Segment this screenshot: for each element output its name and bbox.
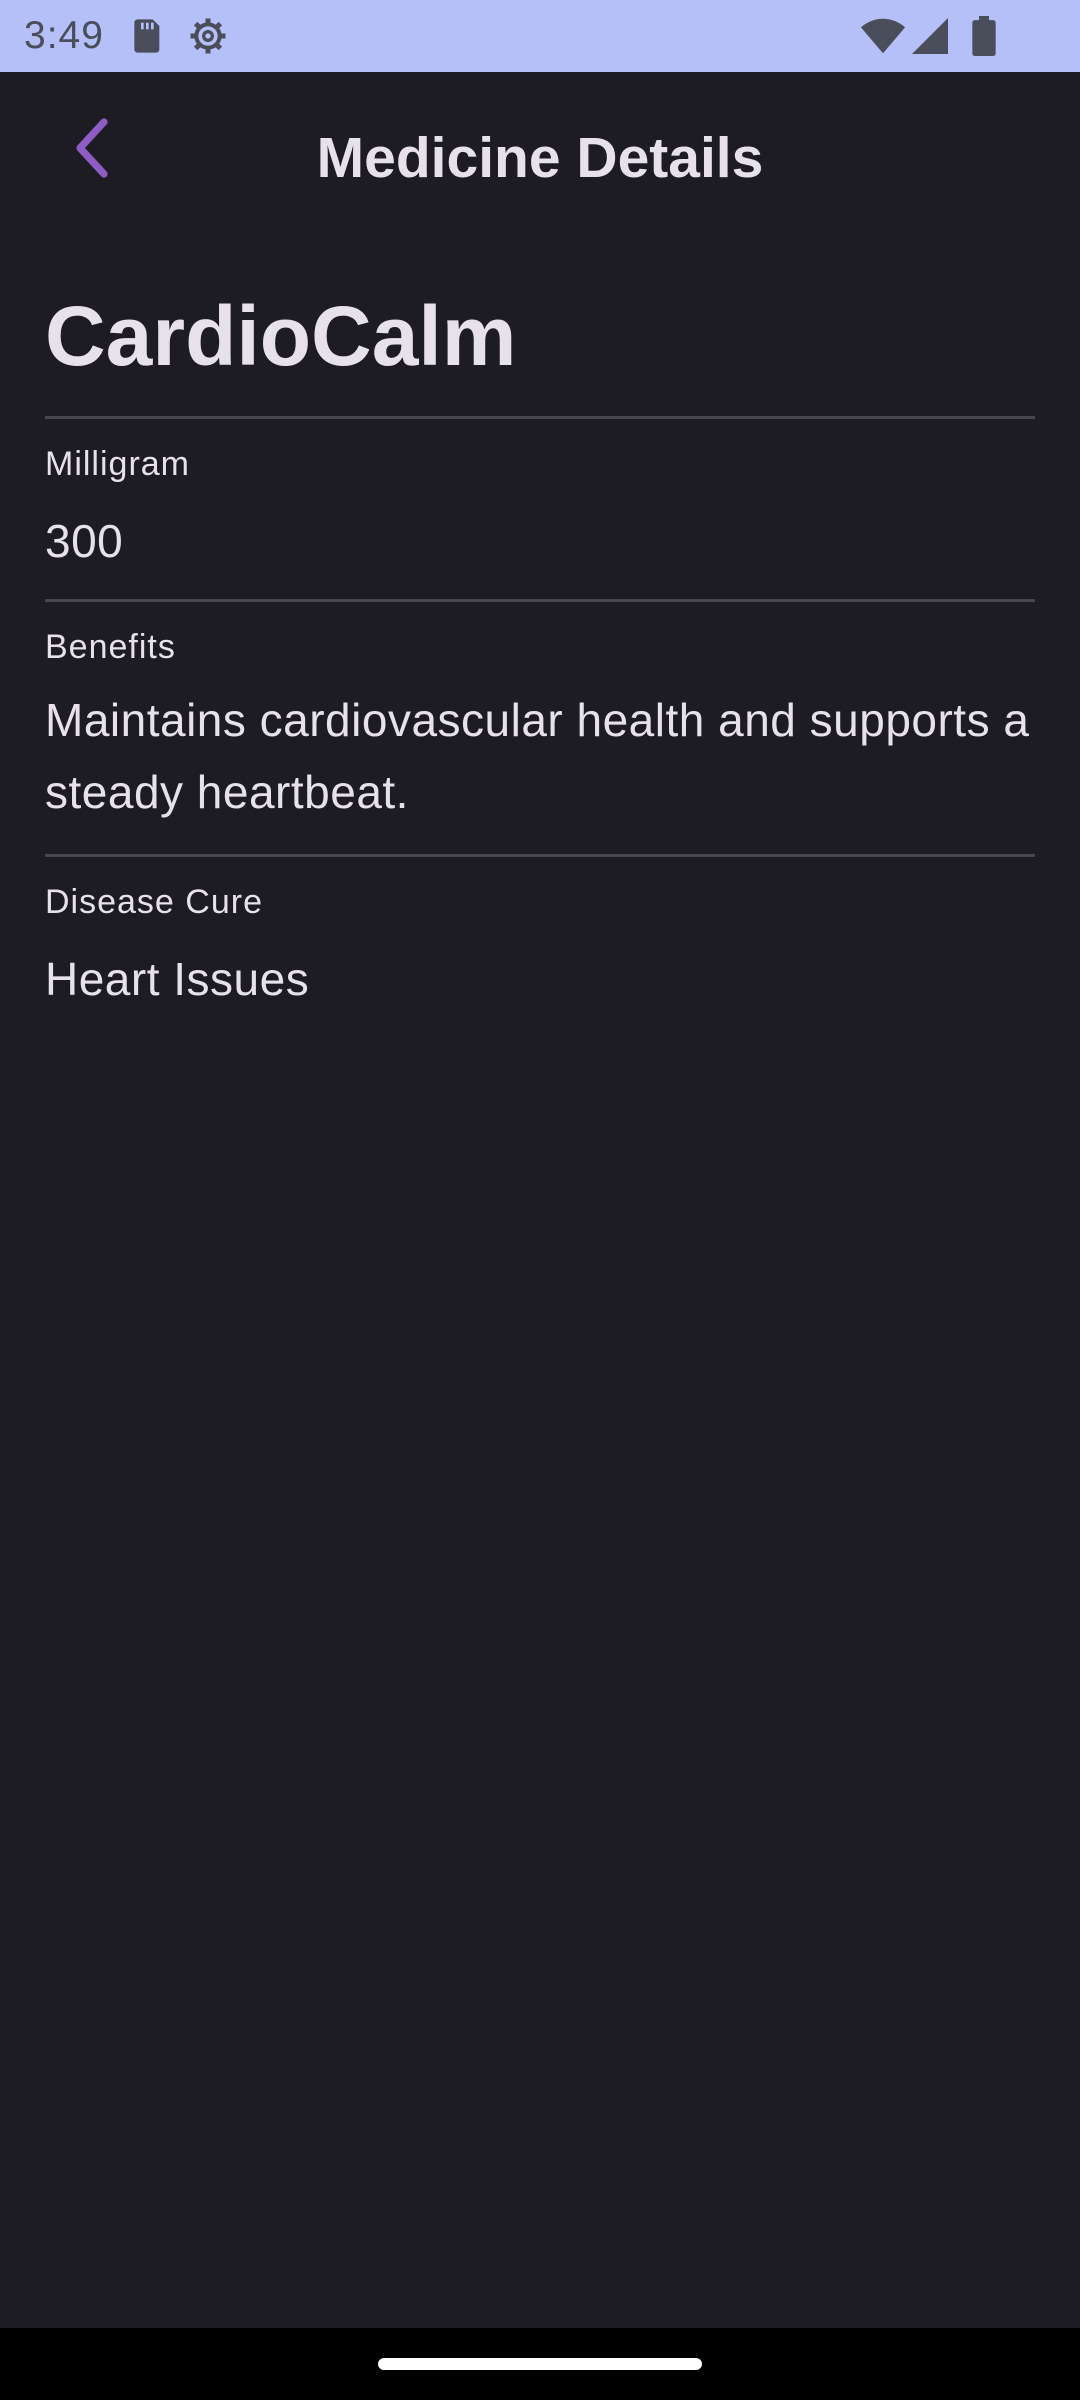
top-app-bar: Medicine Details bbox=[0, 72, 1080, 246]
divider bbox=[45, 854, 1035, 857]
battery-icon bbox=[968, 16, 1000, 57]
settings-icon bbox=[188, 16, 228, 56]
navigation-bar bbox=[0, 2328, 1080, 2400]
field-benefits: Benefits Maintains cardiovascular health… bbox=[45, 626, 1035, 828]
divider bbox=[45, 599, 1035, 602]
medicine-details: CardioCalm Milligram 300 Benefits Mainta… bbox=[45, 246, 1035, 1037]
field-label: Milligram bbox=[45, 445, 190, 483]
field-disease-cure: Disease Cure Heart Issues bbox=[45, 881, 1035, 1015]
field-label: Benefits bbox=[45, 628, 176, 666]
status-time: 3:49 bbox=[24, 14, 104, 57]
medicine-name: CardioCalm bbox=[45, 289, 517, 383]
home-indicator[interactable] bbox=[378, 2358, 702, 2370]
field-label: Disease Cure bbox=[45, 883, 263, 921]
signal-icon bbox=[910, 16, 950, 56]
divider bbox=[45, 416, 1035, 419]
sd-card-icon bbox=[126, 16, 166, 56]
field-value: Maintains cardiovascular health and supp… bbox=[45, 694, 1030, 818]
field-value: 300 bbox=[45, 515, 124, 567]
field-value: Heart Issues bbox=[45, 953, 310, 1005]
page-title: Medicine Details bbox=[316, 126, 764, 190]
wifi-icon bbox=[860, 16, 906, 56]
field-milligram: Milligram 300 bbox=[45, 443, 1035, 577]
status-bar: 3:49 bbox=[0, 0, 1080, 72]
